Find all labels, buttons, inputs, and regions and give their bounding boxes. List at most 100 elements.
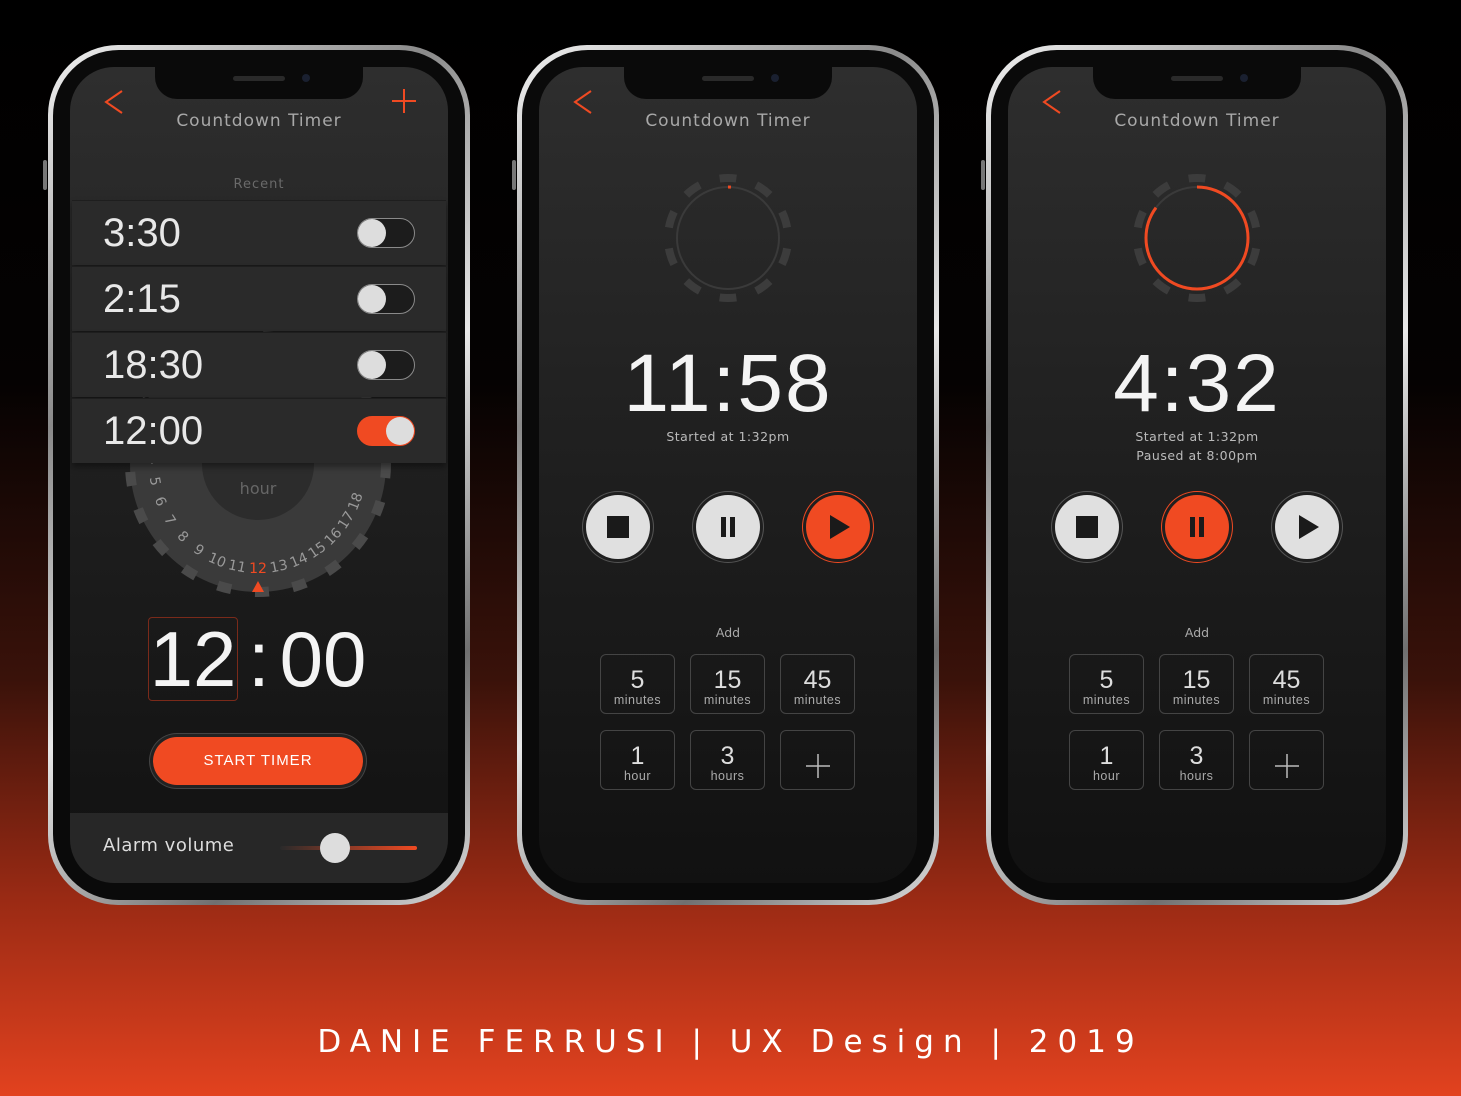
pause-button[interactable] [696, 495, 760, 559]
recent-timer-row[interactable]: 3:30 [72, 200, 446, 265]
field: UX Design [729, 1024, 972, 1060]
recent-time: 18:30 [103, 343, 204, 387]
recent-timer-row[interactable]: 12:00 [72, 398, 446, 463]
add-unit: hours [710, 769, 745, 783]
recent-time: 3:30 [103, 211, 181, 255]
screen: Countdown Timer 11:58 Started at 1:32pm … [539, 67, 917, 883]
pause-icon [721, 517, 735, 537]
dial-number[interactable]: 11 [227, 557, 248, 576]
ring-track [676, 186, 780, 290]
page-title: Countdown Timer [176, 111, 342, 131]
ring-segment [683, 181, 702, 198]
year: 2019 [1028, 1024, 1144, 1060]
side-button [512, 160, 516, 190]
footer-credit: DANIE FERRUSI | UX Design | 2019 [0, 1024, 1461, 1060]
add-amount: 1 [1099, 742, 1114, 770]
paused-at: Paused at 8:00pm [1136, 448, 1258, 463]
stop-button[interactable] [1055, 495, 1119, 559]
ring-segment [1133, 209, 1147, 229]
add-amount: 3 [1189, 742, 1204, 770]
add-amount: 5 [630, 666, 645, 694]
dial-number[interactable]: 16 [322, 525, 346, 549]
progress-ring [1133, 174, 1261, 302]
started-at: Started at 1:32pm [666, 429, 790, 444]
volume-slider[interactable] [280, 833, 417, 863]
progress-ring [664, 174, 792, 302]
ring-segment [664, 209, 678, 229]
ring-segment [754, 181, 773, 198]
stop-button[interactable] [586, 495, 650, 559]
started-at: Started at 1:32pm [1135, 429, 1259, 444]
play-icon [830, 515, 850, 539]
dial-number[interactable]: 15 [306, 539, 330, 562]
separator: | [691, 1024, 711, 1060]
recent-toggle[interactable] [357, 350, 415, 380]
dial-number[interactable]: 17 [335, 509, 358, 533]
start-timer-button[interactable]: START TIMER [153, 737, 363, 785]
recent-time: 12:00 [103, 409, 204, 453]
pause-button[interactable] [1165, 495, 1229, 559]
hours-field[interactable]: 12 [148, 615, 238, 703]
recent-toggle[interactable] [357, 416, 415, 446]
add-time-button[interactable]: 1 hour [600, 730, 675, 790]
screen: Countdown Timer 4:32 Started at 1:32pm P… [1008, 67, 1386, 883]
add-time-button[interactable]: 15 minutes [1159, 654, 1234, 714]
recent-timer-row[interactable]: 18:30 [72, 332, 446, 397]
time-separator: : [248, 614, 270, 703]
recent-label: Recent [233, 177, 285, 192]
dial-number[interactable]: 6 [151, 495, 169, 509]
pause-icon [1190, 517, 1204, 537]
add-time-button[interactable]: 3 hours [1159, 730, 1234, 790]
dial-number[interactable]: 10 [206, 550, 229, 572]
recent-time: 2:15 [103, 277, 181, 321]
ring-segment [719, 293, 737, 302]
add-time-button[interactable]: 5 minutes [1069, 654, 1144, 714]
selected-time: 12 : 00 [148, 615, 366, 703]
dial-number[interactable]: 18 [345, 490, 366, 512]
dial-number[interactable]: 13 [269, 557, 290, 576]
play-button[interactable] [1275, 495, 1339, 559]
add-unit: minutes [703, 693, 752, 707]
recent-toggle[interactable] [357, 284, 415, 314]
dial-number[interactable]: 12 [249, 561, 267, 577]
dial-number[interactable]: 5 [146, 476, 163, 487]
add-amount: 15 [1182, 666, 1211, 694]
separator: | [990, 1024, 1010, 1060]
dial-number[interactable]: 8 [174, 528, 192, 546]
ring-segment [719, 174, 737, 183]
phone-timer-running: Countdown Timer 11:58 Started at 1:32pm … [512, 45, 939, 905]
add-time-button[interactable]: 45 minutes [1249, 654, 1324, 714]
recent-toggle[interactable] [357, 218, 415, 248]
add-custom-button[interactable] [1249, 730, 1324, 790]
countdown-time: 11:58 [623, 338, 833, 429]
dial-number[interactable]: 7 [160, 512, 178, 528]
plus-icon [1274, 753, 1299, 778]
ring-segment [1188, 293, 1206, 302]
recent-timer-row[interactable]: 2:15 [72, 266, 446, 331]
play-button[interactable] [806, 495, 870, 559]
add-time-button[interactable]: 15 minutes [690, 654, 765, 714]
add-time-button[interactable]: 5 minutes [600, 654, 675, 714]
dial-center-label: hour [240, 479, 277, 498]
dial-number[interactable]: 9 [190, 541, 206, 559]
ring-segment [778, 247, 792, 267]
alarm-volume-label: Alarm volume [103, 835, 235, 856]
add-unit: hours [1179, 769, 1214, 783]
page-title: Countdown Timer [1114, 111, 1280, 131]
add-time-button[interactable]: 45 minutes [780, 654, 855, 714]
ring-segment [1152, 278, 1171, 295]
minutes-field[interactable]: 00 [280, 614, 367, 705]
add-amount: 3 [720, 742, 735, 770]
add-time-button[interactable]: 3 hours [690, 730, 765, 790]
add-amount: 1 [630, 742, 645, 770]
author: DANIE FERRUSI [317, 1024, 673, 1060]
add-time-button[interactable]: 1 hour [1069, 730, 1144, 790]
dial-pointer-icon [252, 581, 264, 592]
notch [624, 67, 832, 99]
add-unit: minutes [1172, 693, 1221, 707]
ring-segment [1247, 247, 1261, 267]
volume-slider-knob[interactable] [319, 833, 350, 863]
add-unit: minutes [1082, 693, 1131, 707]
add-custom-button[interactable] [780, 730, 855, 790]
dial-number[interactable]: 14 [288, 550, 311, 572]
